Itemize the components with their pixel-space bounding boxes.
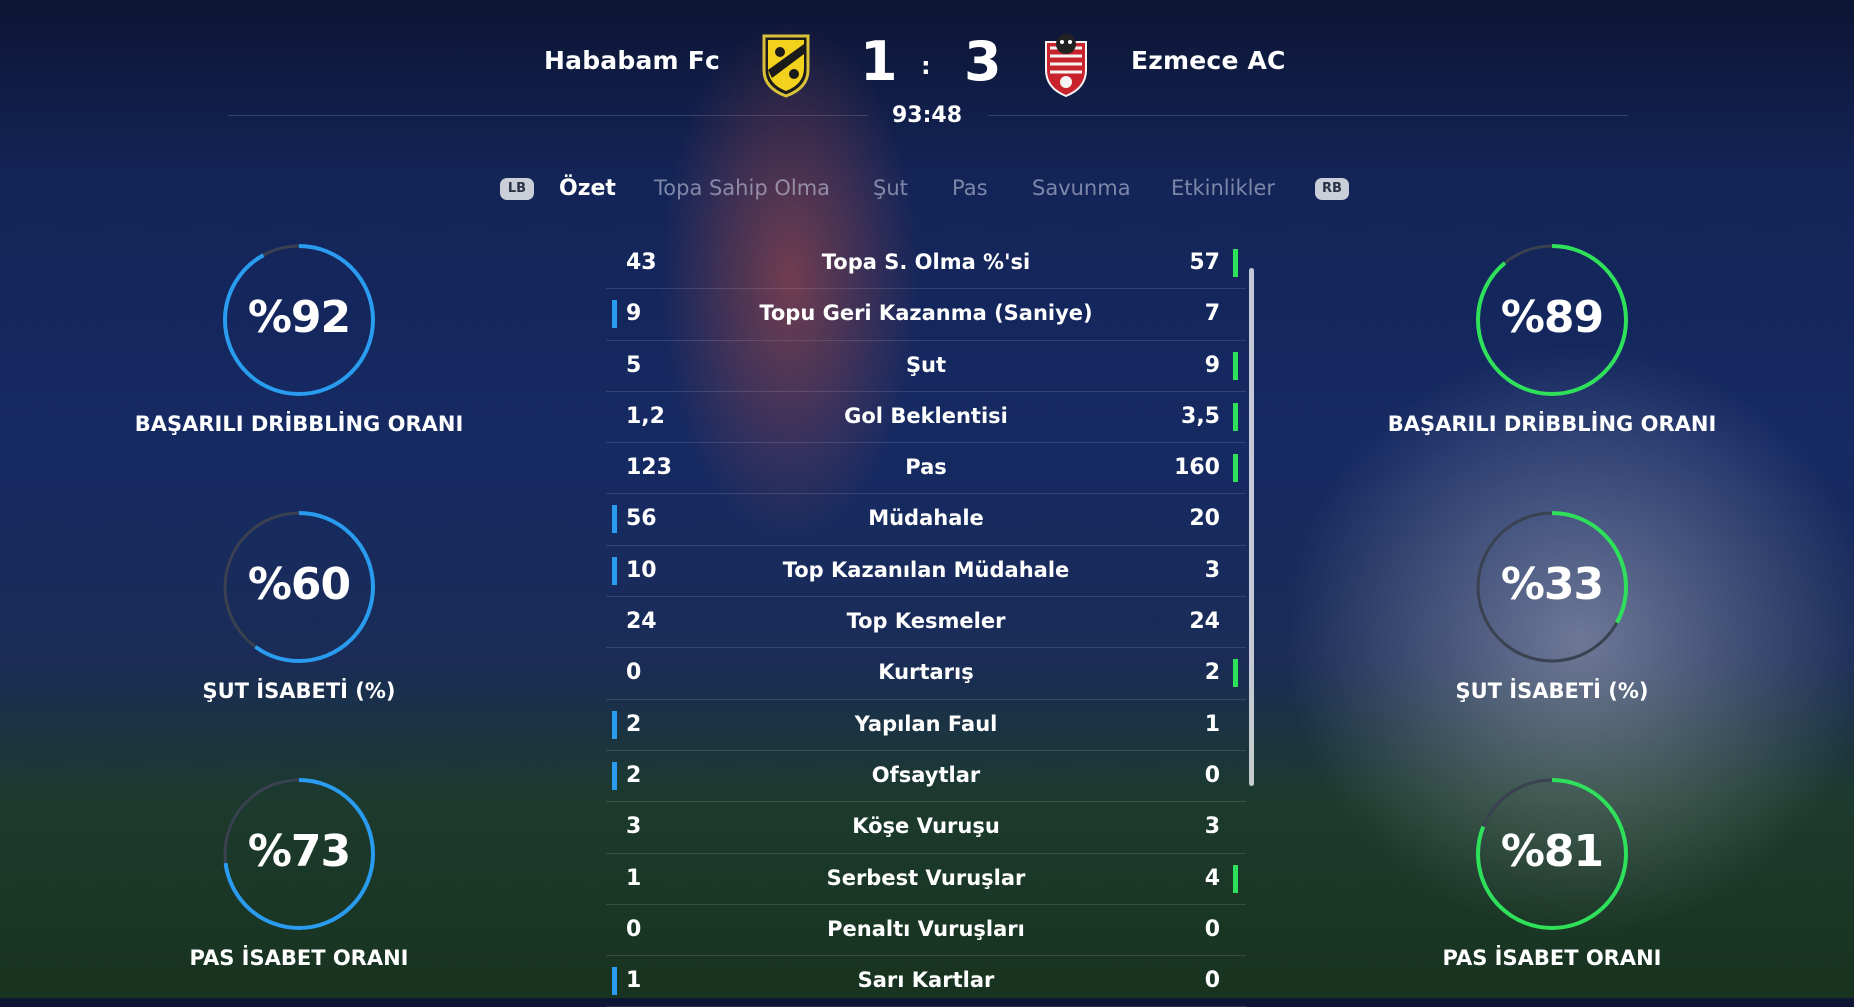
stat-away-value: 0: [1204, 968, 1220, 994]
stat-label: Ofsaytlar: [871, 762, 981, 787]
stats-table: 4 3 Topa S. Olma %'si 57 9 Topu Geri Kazanma …: [606, 238, 1246, 1007]
stat-away-value: 20: [1189, 506, 1220, 532]
stat-row: 0 Penaltı Vuruşları 0: [606, 905, 1246, 957]
stat-label: Top Kesmeler: [846, 609, 1006, 634]
stat-away-value: 7: [1204, 301, 1220, 327]
stat-row: 24 Top Kesmeler 24: [606, 597, 1246, 649]
stat-away-value: 160: [1174, 455, 1220, 481]
away-team-crest-icon: [1045, 34, 1087, 98]
stat-label: Köşe Vuruşu: [852, 814, 1000, 839]
home-ring-label: ŞUT İSABETİ (%): [202, 679, 396, 703]
stat-away-value: 3: [1204, 814, 1220, 840]
stat-label: Top Kazanılan Müdahale: [782, 557, 1070, 582]
stat-label: Kurtarış: [878, 660, 974, 685]
home-ring-label: BAŞARILI DRİBBLİNG ORANI: [134, 412, 464, 436]
stat-label: Şut: [905, 352, 947, 377]
stat-label: Gol Beklentisi: [844, 403, 1008, 428]
score-separator: :: [921, 52, 931, 80]
stat-row: 5 Şut 9: [606, 341, 1246, 392]
stat-away-value: 24: [1189, 609, 1220, 635]
stat-row: 1 Serbest Vuruşlar 4: [606, 854, 1246, 905]
home-team-name: Hababam Fc: [544, 46, 720, 75]
tab-sut[interactable]: Şut: [873, 176, 908, 200]
stat-label: Sarı Kartlar: [857, 968, 995, 993]
away-ring-value: %89: [1500, 292, 1604, 343]
tab-pas[interactable]: Pas: [952, 176, 988, 200]
home-ring-value: %92: [247, 292, 351, 343]
stat-row: 1 Sarı Kartlar 0: [606, 956, 1246, 1007]
stat-away-value: 1: [1204, 711, 1220, 737]
stats-scrollbar[interactable]: [1249, 268, 1254, 786]
stat-away-value: 0: [1204, 762, 1220, 788]
stat-label: Penaltı Vuruşları: [827, 916, 1025, 941]
away-ring-label: BAŞARILI DRİBBLİNG ORANI: [1387, 412, 1717, 436]
stat-away-value: 57: [1189, 250, 1220, 275]
away-ring-value: %81: [1500, 826, 1604, 877]
stat-away-value: 0: [1204, 916, 1220, 942]
stat-row: 0 Kurtarış 2: [606, 648, 1246, 700]
away-ring-label: PAS İSABET ORANI: [1442, 946, 1662, 970]
stat-label: Topa S. Olma %'si: [821, 250, 1031, 274]
home-ring-value: %60: [247, 559, 351, 610]
stat-label: Serbest Vuruşlar: [826, 865, 1026, 890]
stat-away-value: 3: [1204, 557, 1220, 583]
stat-label: Topu Geri Kazanma (Saniye): [759, 301, 1093, 326]
tab-ozet[interactable]: Özet: [559, 176, 616, 201]
tab-etkinlikler[interactable]: Etkinlikler: [1171, 176, 1275, 200]
tab-savunma[interactable]: Savunma: [1032, 176, 1131, 200]
stat-label: Pas: [905, 455, 947, 480]
away-score: 3: [964, 30, 1002, 93]
away-ring-value: %33: [1500, 559, 1604, 610]
stat-row: 9 Topu Geri Kazanma (Saniye) 7: [606, 289, 1246, 341]
stats-tab-bar: LB Özet Topa Sahip Olma Şut Pas Savunma …: [0, 172, 1854, 212]
home-team-crest-icon: [762, 34, 810, 98]
stat-row: 123 Pas 160: [606, 443, 1246, 495]
stat-row: 2 Yapılan Faul 1: [606, 700, 1246, 751]
match-clock: 93:48: [891, 103, 963, 128]
stat-row: 10 Top Kazanılan Müdahale 3: [606, 546, 1246, 598]
home-ring-value: %73: [247, 826, 351, 877]
stat-row: 43 Topa S. Olma %'si 57: [606, 238, 1246, 290]
stat-away-value: 2: [1204, 660, 1220, 686]
home-score: 1: [860, 30, 898, 93]
tab-topa-sahip-olma[interactable]: Topa Sahip Olma: [654, 176, 830, 200]
stat-away-value: 9: [1204, 352, 1220, 378]
stat-row: 56 Müdahale 20: [606, 494, 1246, 546]
stat-away-value: 3,5: [1181, 403, 1220, 429]
lb-bumper-button[interactable]: LB: [500, 178, 534, 200]
away-team-name: Ezmece AC: [1131, 46, 1286, 75]
stat-label: Yapılan Faul: [854, 711, 998, 736]
stat-row: 2 Ofsaytlar 0: [606, 751, 1246, 803]
home-ring-label: PAS İSABET ORANI: [189, 946, 409, 970]
stat-row: 1,2 Gol Beklentisi 3,5: [606, 392, 1246, 444]
away-ring-label: ŞUT İSABETİ (%): [1455, 679, 1649, 703]
stat-label: Müdahale: [868, 506, 984, 531]
stat-row: 3 Köşe Vuruşu 3: [606, 802, 1246, 854]
rb-bumper-button[interactable]: RB: [1315, 178, 1349, 200]
stat-away-value: 4: [1204, 865, 1220, 891]
